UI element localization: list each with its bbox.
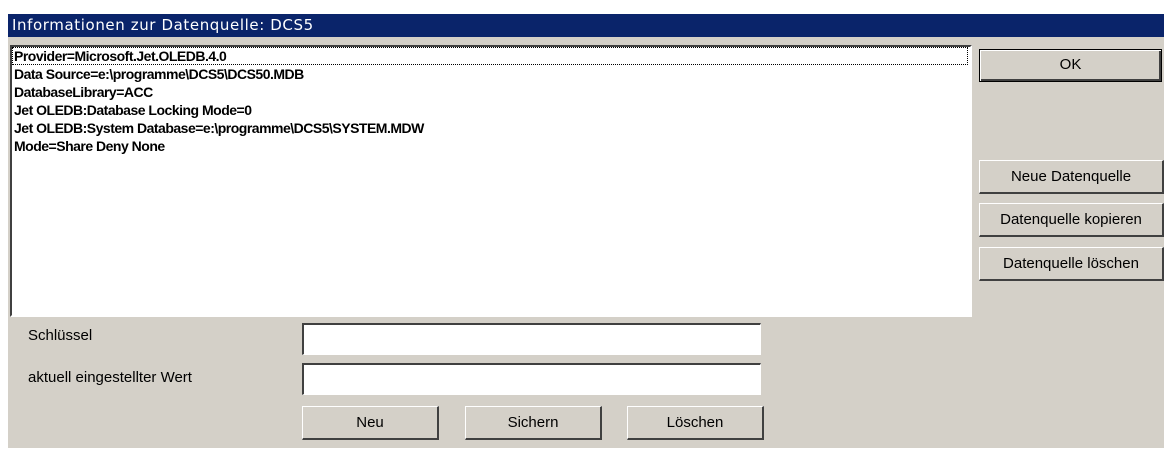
delete-datasource-button[interactable]: Datenquelle löschen (979, 247, 1164, 281)
dialog-title: Informationen zur Datenquelle: DCS5 (8, 14, 1164, 37)
copy-datasource-button[interactable]: Datenquelle kopieren (979, 203, 1164, 237)
key-label: Schlüssel (28, 327, 93, 344)
list-item[interactable]: DatabaseLibrary=ACC (12, 83, 970, 101)
current-value-label: aktuell eingestellter Wert (28, 369, 192, 386)
list-item[interactable]: Jet OLEDB:Database Locking Mode=0 (12, 101, 970, 119)
delete-button[interactable]: Löschen (627, 406, 764, 440)
ok-button[interactable]: OK (979, 49, 1162, 82)
datasource-info-dialog: Informationen zur Datenquelle: DCS5 Prov… (8, 14, 1164, 448)
new-datasource-button[interactable]: Neue Datenquelle (979, 160, 1164, 194)
connection-properties-list[interactable]: Provider=Microsoft.Jet.OLEDB.4.0 Data So… (10, 45, 972, 317)
new-button[interactable]: Neu (302, 406, 439, 440)
key-input[interactable] (302, 323, 761, 355)
list-item[interactable]: Jet OLEDB:System Database=e:\programme\D… (12, 119, 970, 137)
list-item[interactable]: Mode=Share Deny None (12, 137, 970, 155)
save-button[interactable]: Sichern (465, 406, 602, 440)
current-value-input[interactable] (302, 363, 761, 395)
list-item[interactable]: Provider=Microsoft.Jet.OLEDB.4.0 (12, 47, 968, 65)
list-item[interactable]: Data Source=e:\programme\DCS5\DCS50.MDB (12, 65, 970, 83)
